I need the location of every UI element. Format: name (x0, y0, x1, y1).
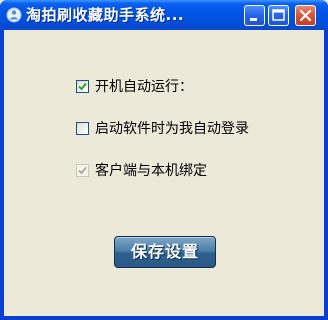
bind-machine-checkbox (76, 164, 89, 177)
autologin-checkbox[interactable] (76, 122, 89, 135)
checkmark-icon (78, 166, 87, 175)
app-icon (6, 7, 22, 23)
autostart-checkbox[interactable] (76, 80, 89, 93)
window-title: 淘拍刷收藏助手系统... (26, 6, 185, 24)
checkmark-icon (78, 82, 87, 91)
autologin-label: 启动软件时为我自动登录 (95, 121, 249, 137)
autostart-label: 开机自动运行： (95, 79, 193, 95)
autostart-option[interactable]: 开机自动运行： (76, 78, 193, 96)
close-icon (299, 9, 312, 22)
save-settings-button[interactable]: 保存设置 (114, 236, 216, 268)
autologin-option[interactable]: 启动软件时为我自动登录 (76, 120, 249, 138)
close-button[interactable] (295, 5, 316, 26)
maximize-button[interactable] (268, 5, 289, 26)
settings-panel: 开机自动运行： 启动软件时为我自动登录 客户端与本机绑定 保存设置 (4, 30, 324, 316)
minimize-icon (250, 18, 257, 21)
bind-machine-option: 客户端与本机绑定 (76, 162, 207, 180)
app-window: 淘拍刷收藏助手系统... 开机自动运行： 启动软件时为我自动登录 客户端与本机绑… (0, 0, 328, 320)
bind-machine-label: 客户端与本机绑定 (95, 163, 207, 179)
title-bar[interactable]: 淘拍刷收藏助手系统... (0, 0, 328, 30)
maximize-icon (272, 9, 285, 21)
minimize-button[interactable] (244, 5, 265, 26)
